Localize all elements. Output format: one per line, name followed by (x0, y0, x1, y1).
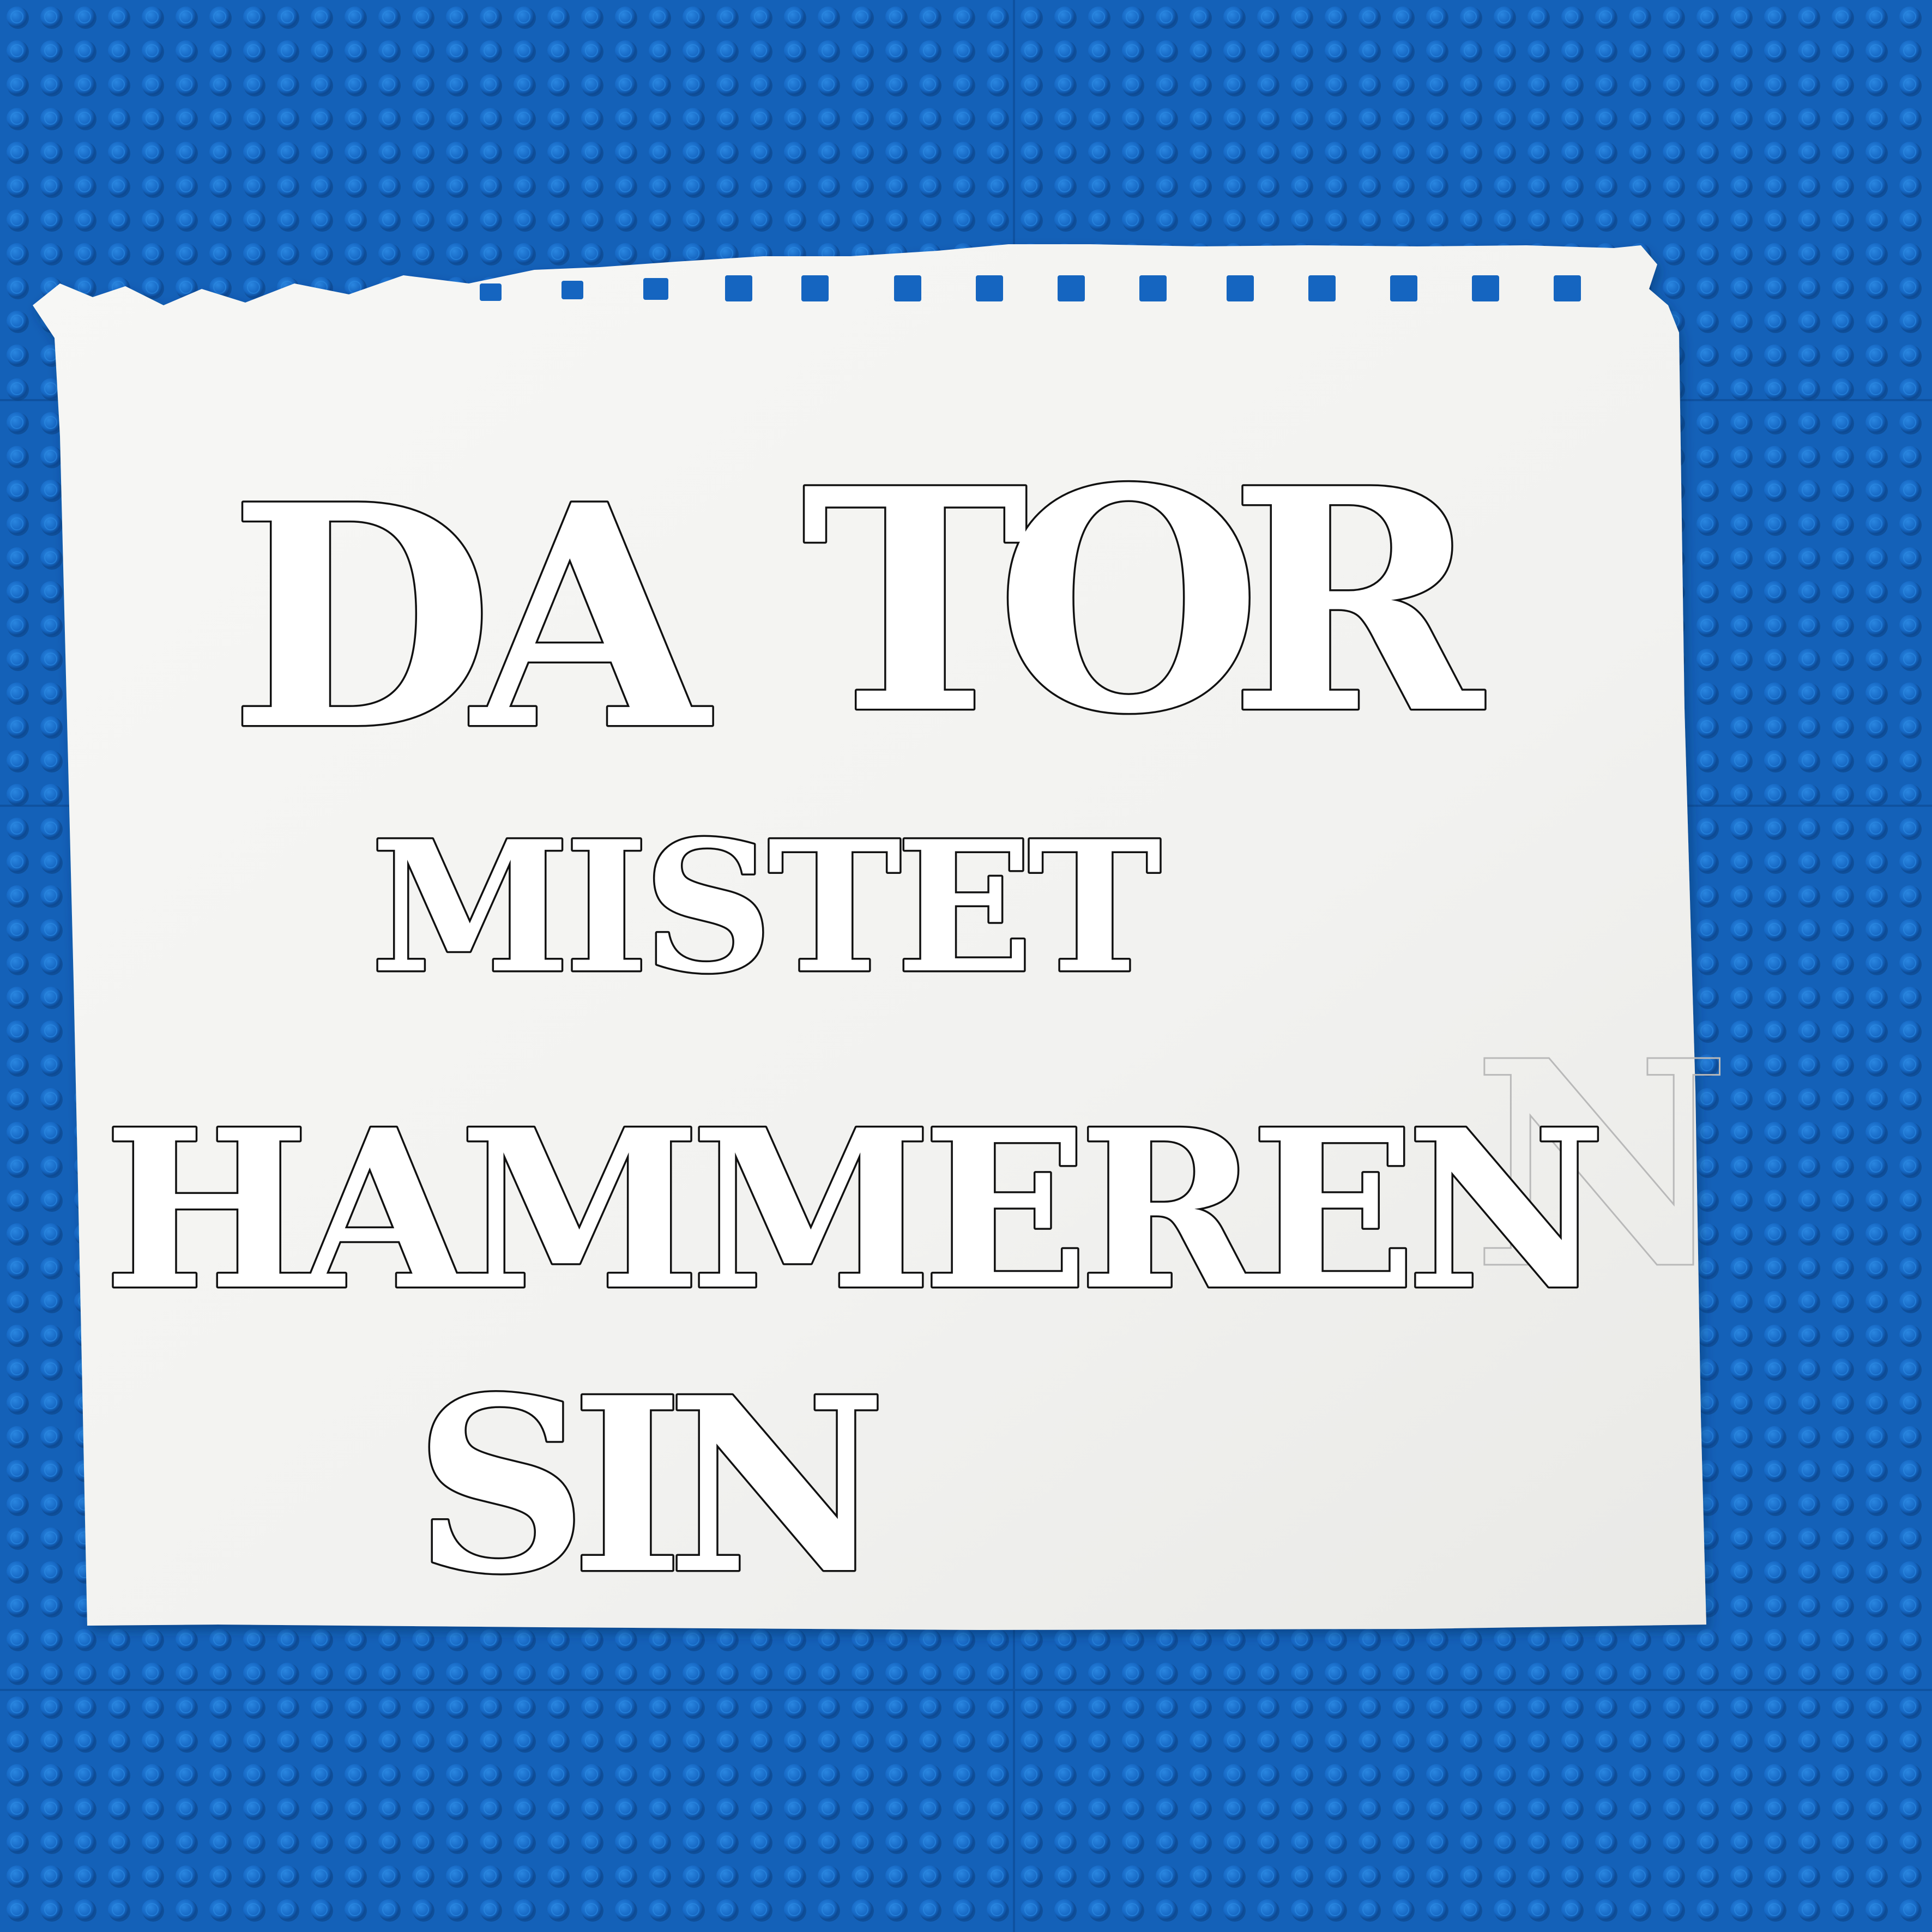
word-hammeren: HAMMEREN (104, 1082, 1597, 1338)
photo-scene: N DA TOR MISTET HAMMEREN SIN (0, 0, 1932, 1932)
word-sin: SIN (414, 1345, 877, 1627)
word-tor: TOR (801, 422, 1487, 781)
word-mistet: MISTET (371, 801, 1160, 1013)
word-da: DA (229, 439, 715, 798)
